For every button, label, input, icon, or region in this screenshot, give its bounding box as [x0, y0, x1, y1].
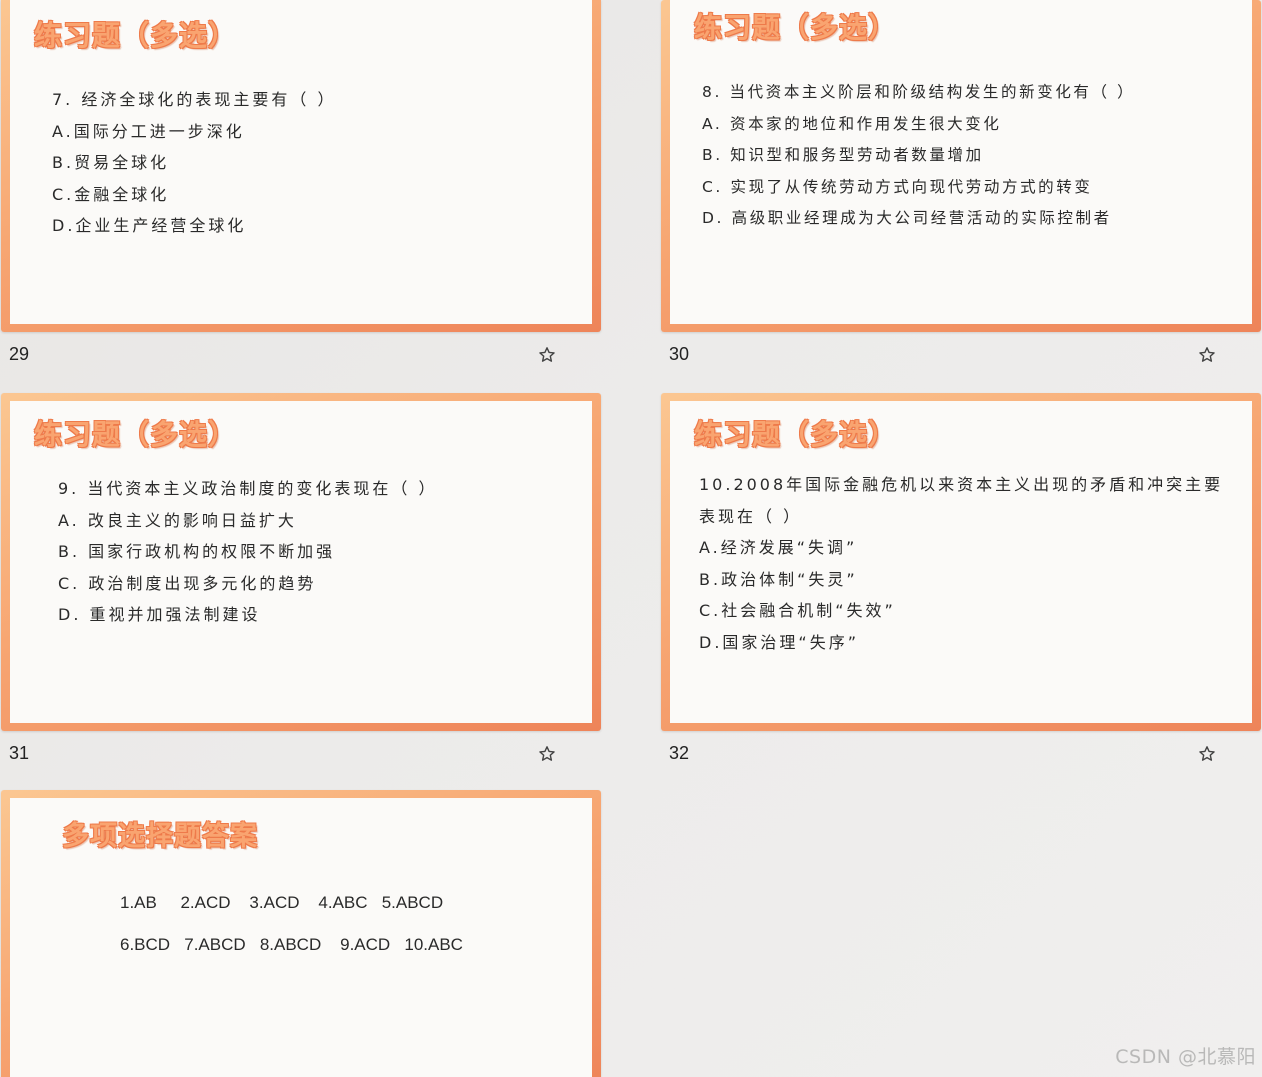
option-a: A.经济发展“失调”: [699, 538, 858, 557]
slide-title: 多项选择题答案: [62, 821, 258, 852]
question-stem: 7. 经济全球化的表现主要有（ ）: [52, 90, 337, 109]
star-icon[interactable]: [1198, 745, 1216, 763]
answer-row-1: 1.AB 2.ACD 3.ACD 4.ABC 5.ABCD: [120, 893, 444, 912]
option-c: C.社会融合机制“失效”: [699, 601, 896, 620]
question-text: 8. 当代资本主义阶层和阶级结构发生的新变化有（ ） A. 资本家的地位和作用发…: [702, 77, 1135, 235]
option-b: B.政治体制“失灵”: [699, 569, 858, 589]
answer-key: 1.AB 2.ACD 3.ACD 4.ABC 5.ABCD 6.BCD 7.AB…: [120, 882, 463, 966]
slide-number: 29: [9, 344, 30, 364]
slide-title: 练习题（多选）: [34, 418, 238, 451]
slide-title: 练习题（多选）: [34, 19, 238, 52]
slide-thumbnail[interactable]: 练习题（多选） 10.2008年国际金融危机以来资本主义出现的矛盾和冲突主要表现…: [661, 393, 1261, 731]
slide-canvas: 练习题（多选） 9. 当代资本主义政治制度的变化表现在（ ） A. 改良主义的影…: [10, 401, 592, 723]
option-b: B. 国家行政机构的权限不断加强: [58, 542, 336, 561]
slide-meta: 31: [1, 731, 601, 783]
slide-tile-31[interactable]: 练习题（多选） 9. 当代资本主义政治制度的变化表现在（ ） A. 改良主义的影…: [1, 393, 601, 783]
option-d: D. 重视并加强法制建设: [58, 605, 261, 624]
option-b: B. 知识型和服务型劳动者数量增加: [702, 146, 984, 164]
option-c: C. 实现了从传统劳动方式向现代劳动方式的转变: [702, 177, 1093, 196]
star-icon[interactable]: [1198, 346, 1216, 364]
slide-tile-32[interactable]: 练习题（多选） 10.2008年国际金融危机以来资本主义出现的矛盾和冲突主要表现…: [661, 393, 1261, 783]
slide-canvas: 练习题（多选） 8. 当代资本主义阶层和阶级结构发生的新变化有（ ） A. 资本…: [670, 0, 1252, 324]
slide-tile-33[interactable]: 多项选择题答案 1.AB 2.ACD 3.ACD 4.ABC 5.ABCD 6.…: [1, 790, 601, 1077]
option-d: D.企业生产经营全球化: [52, 216, 247, 235]
slide-canvas: 练习题（多选） 10.2008年国际金融危机以来资本主义出现的矛盾和冲突主要表现…: [670, 401, 1252, 723]
slide-number: 30: [669, 344, 690, 364]
star-icon[interactable]: [538, 346, 556, 364]
slide-thumbnail[interactable]: 练习题（多选） 7. 经济全球化的表现主要有（ ） A.国际分工进一步深化 B.…: [1, 0, 601, 332]
slide-canvas: 多项选择题答案 1.AB 2.ACD 3.ACD 4.ABC 5.ABCD 6.…: [10, 798, 592, 1077]
option-d: D.国家治理“失序”: [699, 632, 859, 652]
option-c: C.金融全球化: [52, 184, 170, 204]
option-a: A. 资本家的地位和作用发生很大变化: [702, 114, 1002, 133]
slide-title: 练习题（多选）: [694, 11, 898, 44]
question-stem: 8. 当代资本主义阶层和阶级结构发生的新变化有（ ）: [702, 83, 1136, 101]
slide-number: 31: [9, 743, 30, 763]
slide-tile-30[interactable]: 练习题（多选） 8. 当代资本主义阶层和阶级结构发生的新变化有（ ） A. 资本…: [661, 0, 1261, 384]
question-stem: 9. 当代资本主义政治制度的变化表现在（ ）: [58, 479, 438, 498]
slide-meta: 32: [661, 731, 1261, 783]
slide-canvas: 练习题（多选） 7. 经济全球化的表现主要有（ ） A.国际分工进一步深化 B.…: [10, 0, 592, 324]
question-text: 7. 经济全球化的表现主要有（ ） A.国际分工进一步深化 B.贸易全球化 C.…: [52, 84, 336, 242]
option-b: B.贸易全球化: [52, 153, 170, 172]
option-a: A.国际分工进一步深化: [52, 121, 245, 141]
star-icon[interactable]: [538, 745, 556, 763]
slide-thumbnail[interactable]: 练习题（多选） 9. 当代资本主义政治制度的变化表现在（ ） A. 改良主义的影…: [1, 393, 601, 731]
slide-thumbnail[interactable]: 练习题（多选） 8. 当代资本主义阶层和阶级结构发生的新变化有（ ） A. 资本…: [661, 0, 1261, 332]
slide-meta: 30: [661, 332, 1261, 384]
question-stem: 10.2008年国际金融危机以来资本主义出现的矛盾和冲突主要表现在（ ）: [699, 475, 1224, 526]
option-a: A. 改良主义的影响日益扩大: [58, 510, 297, 530]
question-text: 10.2008年国际金融危机以来资本主义出现的矛盾和冲突主要表现在（ ） A.经…: [699, 469, 1229, 658]
watermark: CSDN @北慕阳: [1115, 1046, 1256, 1068]
slide-tile-29[interactable]: 练习题（多选） 7. 经济全球化的表现主要有（ ） A.国际分工进一步深化 B.…: [1, 0, 601, 384]
slide-meta: 29: [1, 332, 601, 384]
option-d: D. 高级职业经理成为大公司经营活动的实际控制者: [702, 209, 1112, 227]
option-c: C. 政治制度出现多元化的趋势: [58, 573, 317, 593]
answer-row-2: 6.BCD 7.ABCD 8.ABCD 9.ACD 10.ABC: [120, 935, 463, 954]
slide-title: 练习题（多选）: [694, 418, 898, 451]
slide-number: 32: [669, 743, 690, 763]
slide-thumbnail[interactable]: 多项选择题答案 1.AB 2.ACD 3.ACD 4.ABC 5.ABCD 6.…: [1, 790, 601, 1077]
question-text: 9. 当代资本主义政治制度的变化表现在（ ） A. 改良主义的影响日益扩大 B.…: [58, 473, 437, 631]
